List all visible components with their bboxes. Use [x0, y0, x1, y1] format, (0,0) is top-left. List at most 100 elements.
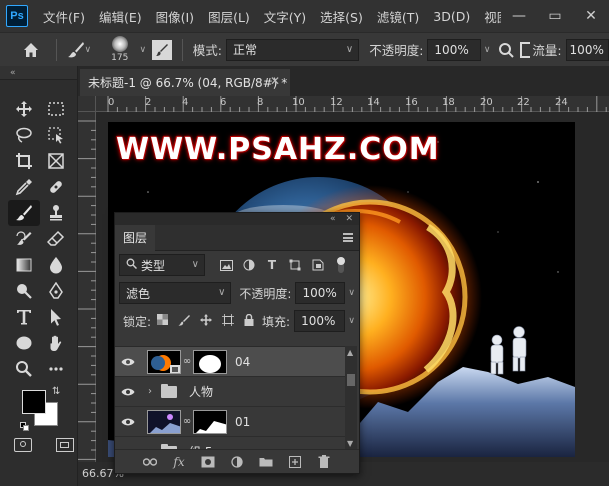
link-layers-icon[interactable]	[142, 454, 158, 470]
default-colors-icon[interactable]	[20, 422, 30, 432]
fx-icon[interactable]: fx	[171, 454, 187, 470]
close-tab-icon[interactable]: ✕	[270, 74, 280, 88]
brush-tool-icon[interactable]	[8, 200, 40, 226]
menu-filter[interactable]: 滤镜(T)	[370, 7, 426, 26]
healing-brush-tool-icon[interactable]	[40, 174, 72, 200]
menu-edit[interactable]: 编辑(E)	[92, 7, 149, 26]
lock-pixels-icon[interactable]	[178, 314, 191, 329]
visibility-eye-icon[interactable]	[115, 357, 141, 367]
move-tool-icon[interactable]	[8, 96, 40, 122]
opacity-label: 不透明度:	[369, 43, 424, 58]
chevron-down-icon[interactable]: ∨	[139, 45, 146, 55]
scrollbar-thumb[interactable]	[347, 374, 355, 386]
delete-layer-icon[interactable]	[316, 454, 332, 470]
link-chain-icon[interactable]: ∞	[181, 416, 193, 427]
eyedropper-tool-icon[interactable]	[8, 174, 40, 200]
layer-group-row[interactable]: › 人物	[115, 377, 345, 407]
ellipse-tool-icon[interactable]	[8, 330, 40, 356]
quick-mask-icon[interactable]	[14, 438, 32, 452]
menu-type[interactable]: 文字(Y)	[257, 7, 313, 26]
layer-thumbnail	[147, 409, 181, 434]
link-chain-icon[interactable]: ∞	[181, 356, 193, 367]
clone-stamp-tool-icon[interactable]	[40, 200, 72, 226]
scroll-down-icon[interactable]: ▼	[347, 439, 353, 448]
panel-menu-icon[interactable]	[343, 233, 353, 242]
close-button[interactable]: ✕	[573, 0, 609, 32]
layers-scrollbar[interactable]: ▲ ▼	[345, 346, 357, 450]
pixel-filter-icon[interactable]	[219, 258, 233, 272]
chevron-down-icon[interactable]: ∨	[484, 45, 491, 55]
marquee-tool-icon[interactable]	[40, 96, 72, 122]
collapse-panel-icon[interactable]: «	[330, 214, 336, 224]
smart-object-filter-icon[interactable]	[311, 258, 325, 272]
chevron-down-icon: ∨	[345, 43, 354, 55]
dodge-tool-icon[interactable]	[8, 278, 40, 304]
pressure-flow-icon[interactable]	[520, 41, 531, 58]
maximize-button[interactable]: ▭	[537, 0, 573, 32]
lock-artboard-icon[interactable]	[222, 313, 235, 329]
layer-opacity-input[interactable]: 100%	[295, 282, 346, 304]
document-title: 未标题-1 @ 66.7% (04, RGB/8#) *	[88, 76, 288, 90]
lasso-tool-icon[interactable]	[8, 122, 40, 148]
chevron-right-icon[interactable]: ›	[143, 386, 157, 397]
ruler-number: 2	[145, 97, 152, 108]
type-tool-icon[interactable]	[8, 304, 40, 330]
menu-image[interactable]: 图像(I)	[149, 7, 201, 26]
home-icon[interactable]	[16, 35, 46, 65]
lock-transparency-icon[interactable]	[157, 314, 169, 328]
foreground-color-swatch[interactable]	[22, 390, 46, 414]
pressure-opacity-icon[interactable]	[498, 42, 515, 58]
brush-size-value: 175	[111, 52, 129, 63]
collapse-icon[interactable]: «	[0, 66, 77, 80]
mode-select[interactable]: 正常 ∨	[225, 38, 360, 61]
menu-select[interactable]: 选择(S)	[313, 7, 370, 26]
crop-tool-icon[interactable]	[8, 148, 40, 174]
visibility-eye-icon[interactable]	[115, 417, 141, 427]
lock-position-icon[interactable]	[200, 313, 213, 329]
fill-input[interactable]: 100%	[294, 310, 346, 332]
layer-row[interactable]: ∞ 01	[115, 407, 345, 437]
pen-tool-icon[interactable]	[40, 278, 72, 304]
filter-toggle[interactable]	[337, 257, 345, 273]
layer-mask-thumbnail[interactable]	[193, 409, 227, 434]
chevron-down-icon[interactable]: ∨	[348, 316, 355, 326]
gradient-tool-icon[interactable]	[8, 252, 40, 278]
object-selection-tool-icon[interactable]	[40, 122, 72, 148]
document-tab[interactable]: 未标题-1 @ 66.7% (04, RGB/8#) * ✕	[80, 69, 290, 96]
hand-tool-icon[interactable]	[40, 330, 72, 356]
adjustment-filter-icon[interactable]	[242, 258, 256, 272]
blend-mode-select[interactable]: 滤色 ∨	[119, 282, 232, 304]
menu-layer[interactable]: 图层(L)	[201, 7, 257, 26]
chevron-down-icon[interactable]: ∨	[348, 288, 355, 298]
new-group-icon[interactable]	[258, 454, 274, 470]
visibility-eye-icon[interactable]	[115, 387, 141, 397]
zoom-tool-icon[interactable]	[8, 356, 40, 382]
filter-kind-select[interactable]: 类型 ∨	[119, 254, 205, 276]
more-tools-icon[interactable]	[40, 356, 72, 382]
minimize-button[interactable]: —	[501, 0, 537, 32]
layer-row[interactable]: ∞ 04	[115, 347, 345, 377]
history-brush-tool-icon[interactable]	[8, 226, 40, 252]
opacity-input[interactable]: 100%	[427, 38, 481, 61]
lock-all-icon[interactable]	[244, 313, 254, 329]
tab-layers[interactable]: 图层	[115, 224, 156, 251]
shape-filter-icon[interactable]	[288, 258, 302, 272]
brush-size-picker[interactable]: 175	[100, 34, 139, 66]
blur-tool-icon[interactable]	[40, 252, 72, 278]
scroll-up-icon[interactable]: ▲	[347, 348, 353, 357]
flow-input[interactable]: 100%	[565, 38, 609, 61]
frame-tool-icon[interactable]	[40, 148, 72, 174]
close-panel-icon[interactable]: ✕	[345, 214, 353, 224]
brush-tool-preset[interactable]: ∨	[67, 35, 101, 65]
type-filter-icon[interactable]: T	[265, 258, 279, 272]
add-mask-icon[interactable]	[200, 454, 216, 470]
new-layer-icon[interactable]	[287, 454, 303, 470]
brush-settings-icon[interactable]	[152, 39, 172, 60]
layer-mask-thumbnail[interactable]	[193, 349, 227, 374]
path-selection-tool-icon[interactable]	[40, 304, 72, 330]
adjustment-layer-icon[interactable]	[229, 454, 245, 470]
menu-file[interactable]: 文件(F)	[36, 7, 92, 26]
screen-mode-icon[interactable]	[56, 438, 74, 452]
menu-3d[interactable]: 3D(D)	[426, 9, 477, 24]
eraser-tool-icon[interactable]	[40, 226, 72, 252]
